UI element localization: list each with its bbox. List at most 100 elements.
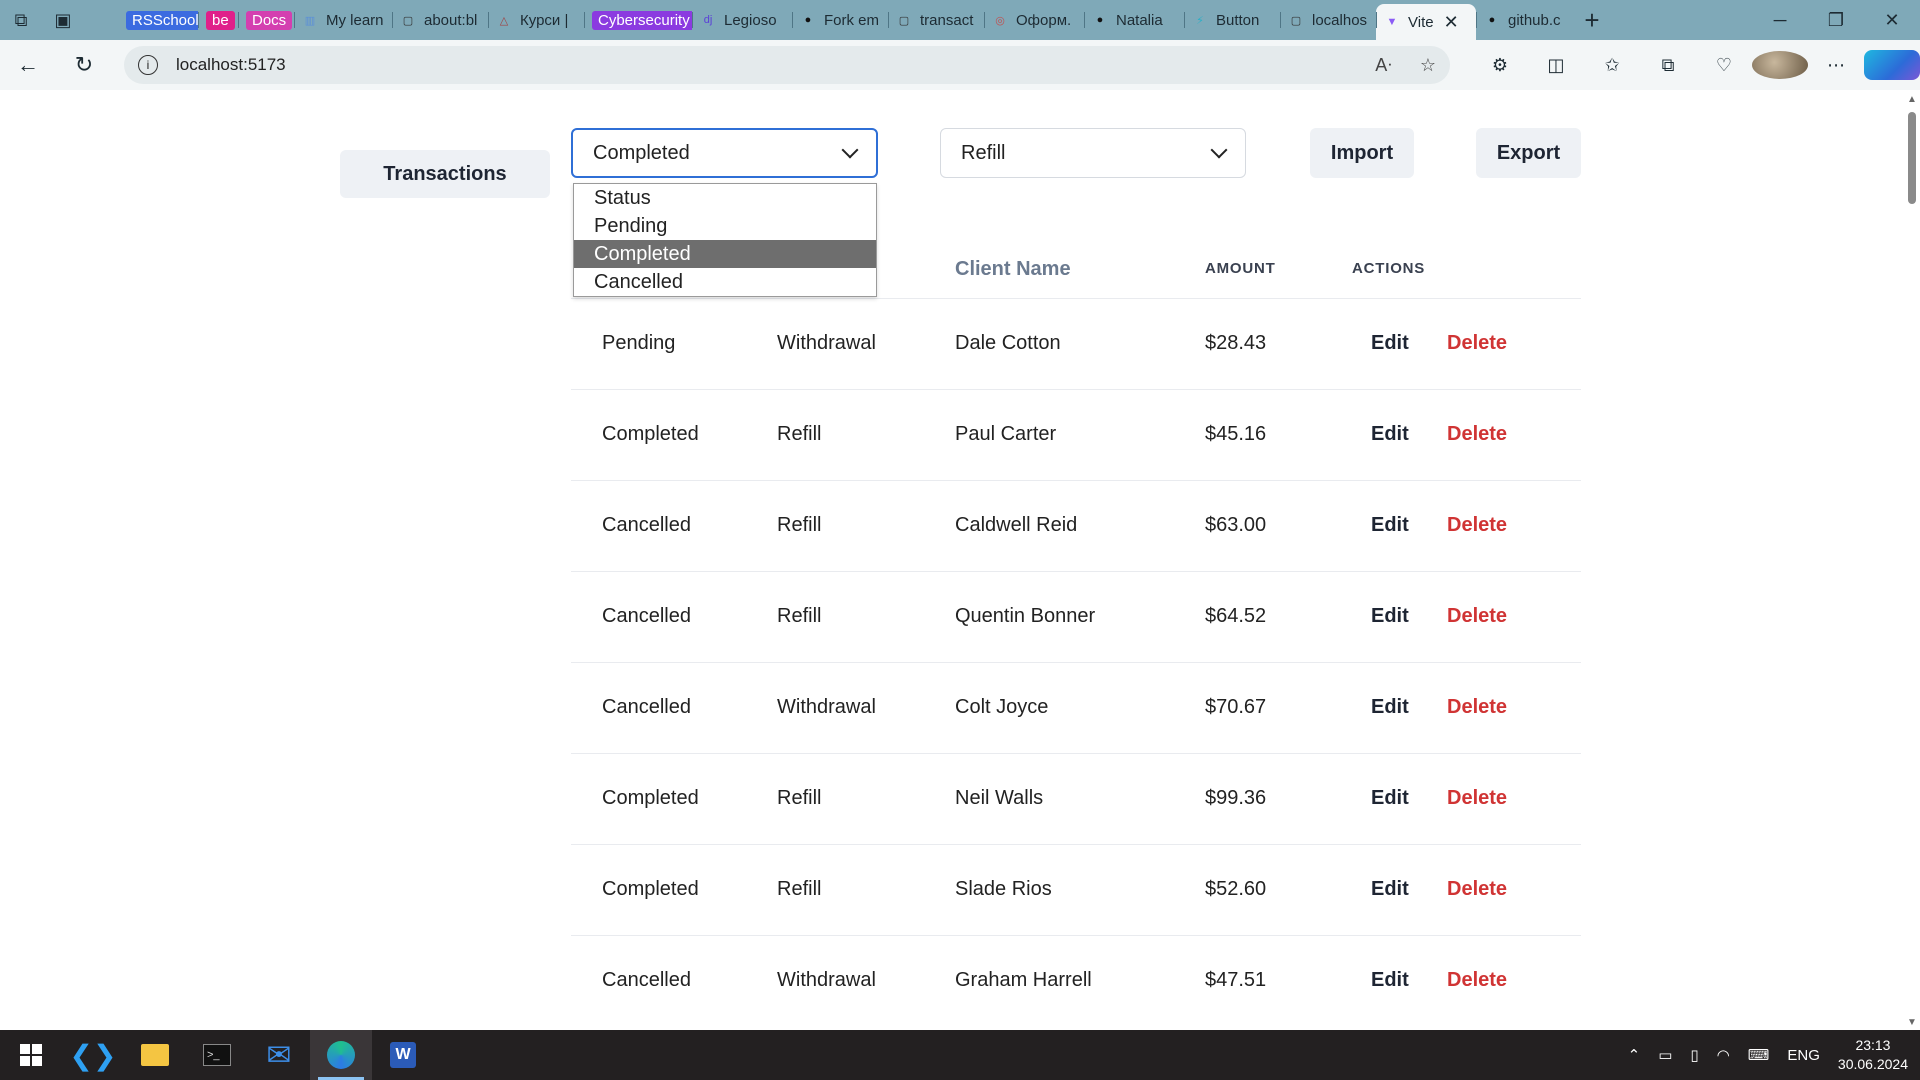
- close-tab-icon[interactable]: ✕: [1444, 12, 1459, 33]
- start-button[interactable]: [0, 1030, 62, 1080]
- scroll-down-icon[interactable]: ▼: [1907, 1017, 1917, 1028]
- collections-icon[interactable]: ⧉: [1640, 50, 1696, 80]
- browser-tab[interactable]: Cybersecurity: [584, 4, 692, 36]
- type-cell: Refill: [777, 787, 822, 809]
- edit-button[interactable]: Edit: [1371, 332, 1409, 355]
- close-window-button[interactable]: ✕: [1864, 0, 1920, 40]
- delete-button[interactable]: Delete: [1447, 787, 1507, 810]
- site-info-icon[interactable]: i: [138, 55, 158, 75]
- edit-button[interactable]: Edit: [1371, 969, 1409, 992]
- browser-tab[interactable]: ⚡ Button: [1184, 4, 1280, 36]
- browser-tab[interactable]: be: [198, 4, 238, 36]
- browser-tab[interactable]: dj Legioso: [692, 4, 792, 36]
- amount-cell: $52.60: [1205, 878, 1267, 900]
- url-text[interactable]: localhost:5173: [176, 55, 286, 75]
- read-aloud-icon[interactable]: Aᐧ: [1375, 55, 1392, 76]
- edit-button[interactable]: Edit: [1371, 696, 1409, 719]
- chevron-down-icon: [1210, 141, 1228, 159]
- browser-essentials-icon[interactable]: ♡: [1696, 50, 1752, 80]
- status-option[interactable]: Status: [574, 184, 876, 212]
- address-bar[interactable]: i localhost:5173 Aᐧ ☆: [124, 46, 1450, 84]
- status-filter-select[interactable]: Completed: [571, 128, 878, 178]
- table-row: Cancelled Refill Caldwell Reid $63.00 Edit De…: [571, 480, 1581, 571]
- page-scrollbar[interactable]: ▲ ▼: [1904, 90, 1920, 1030]
- wifi-icon[interactable]: ◠: [1717, 1046, 1730, 1064]
- mail-icon[interactable]: ✉: [248, 1030, 310, 1080]
- split-screen-icon[interactable]: ◫: [1528, 50, 1584, 80]
- type-select-value: Refill: [961, 141, 1006, 164]
- status-option[interactable]: Cancelled: [574, 268, 876, 296]
- scroll-up-icon[interactable]: ▲: [1907, 94, 1917, 105]
- browser-tab[interactable]: ● github.c: [1476, 4, 1572, 36]
- clock[interactable]: 23:13 30.06.2024: [1838, 1036, 1908, 1074]
- edit-button[interactable]: Edit: [1371, 787, 1409, 810]
- workspaces-icon[interactable]: ⧉: [0, 0, 42, 40]
- browser-tab[interactable]: △ Курси |: [488, 4, 584, 36]
- browser-tab[interactable]: ◎ Оформ.: [984, 4, 1084, 36]
- delete-button[interactable]: Delete: [1447, 605, 1507, 628]
- delete-button[interactable]: Delete: [1447, 423, 1507, 446]
- browser-tab[interactable]: ● Fork em: [792, 4, 888, 36]
- client-name-header[interactable]: Client Name: [955, 258, 1071, 281]
- chevron-up-icon[interactable]: ⌃: [1628, 1046, 1641, 1064]
- status-select-value: Completed: [593, 141, 690, 164]
- word-icon[interactable]: W: [372, 1030, 434, 1080]
- restore-button[interactable]: ❐: [1808, 0, 1864, 40]
- transactions-nav-button[interactable]: Transactions: [340, 150, 550, 198]
- display-icon[interactable]: ▭: [1658, 1046, 1672, 1064]
- favorites-icon[interactable]: ✩: [1584, 50, 1640, 80]
- delete-button[interactable]: Delete: [1447, 878, 1507, 901]
- tab-label: Vite: [1408, 13, 1434, 31]
- tab-label: Button: [1216, 11, 1260, 29]
- new-tab-button[interactable]: +: [1572, 0, 1612, 40]
- keyboard-icon[interactable]: ⌨: [1748, 1046, 1770, 1064]
- table-row: Cancelled Withdrawal Graham Harrell $47.51 E…: [571, 935, 1581, 1026]
- edit-button[interactable]: Edit: [1371, 605, 1409, 628]
- table-row: Completed Refill Paul Carter $45.16 Edit Dele…: [571, 389, 1581, 480]
- delete-button[interactable]: Delete: [1447, 332, 1507, 355]
- extensions-icon[interactable]: ⚙: [1472, 50, 1528, 80]
- type-cell: Refill: [777, 878, 822, 900]
- vscode-icon[interactable]: ❮❯: [62, 1030, 124, 1080]
- file-explorer-icon[interactable]: [124, 1030, 186, 1080]
- browser-tab[interactable]: ▢ localhos: [1280, 4, 1376, 36]
- edit-button[interactable]: Edit: [1371, 423, 1409, 446]
- edge-browser-icon[interactable]: [310, 1030, 372, 1080]
- browser-tab[interactable]: ▢ about:bl: [392, 4, 488, 36]
- trello-icon: ▥: [304, 14, 316, 27]
- profile-avatar[interactable]: [1752, 50, 1808, 80]
- import-button[interactable]: Import: [1310, 128, 1414, 178]
- browser-tab[interactable]: ▢ transact: [888, 4, 984, 36]
- language-indicator[interactable]: ENG: [1787, 1047, 1820, 1064]
- transactions-table: Pending Withdrawal Dale Cotton $28.43 Edit De…: [571, 298, 1581, 1026]
- export-button[interactable]: Export: [1476, 128, 1581, 178]
- terminal-icon[interactable]: >_: [186, 1030, 248, 1080]
- minimize-button[interactable]: ─: [1752, 0, 1808, 40]
- browser-tab[interactable]: ● Natalia: [1084, 4, 1184, 36]
- edit-button[interactable]: Edit: [1371, 878, 1409, 901]
- status-option[interactable]: Completed: [574, 240, 876, 268]
- browser-tab[interactable]: ▥ My learn: [294, 4, 392, 36]
- edit-button[interactable]: Edit: [1371, 514, 1409, 537]
- copilot-icon[interactable]: [1864, 50, 1920, 80]
- refresh-button[interactable]: ↻: [56, 40, 112, 90]
- delete-button[interactable]: Delete: [1447, 969, 1507, 992]
- favorite-star-icon[interactable]: ☆: [1420, 55, 1436, 76]
- delete-button[interactable]: Delete: [1447, 696, 1507, 719]
- more-menu-icon[interactable]: ⋯: [1808, 50, 1864, 80]
- browser-tab[interactable]: ▼ Vite ✕: [1376, 4, 1476, 40]
- status-option[interactable]: Pending: [574, 212, 876, 240]
- tab-actions-icon[interactable]: ▣: [42, 0, 84, 40]
- delete-button[interactable]: Delete: [1447, 514, 1507, 537]
- tab-label: github.c: [1508, 11, 1561, 29]
- status-cell: Completed: [602, 787, 699, 809]
- client-name-cell: Colt Joyce: [955, 696, 1049, 718]
- scrollbar-thumb[interactable]: [1908, 112, 1916, 204]
- browser-tab[interactable]: Docs: [238, 4, 294, 36]
- amount-cell: $64.52: [1205, 605, 1267, 627]
- type-filter-select[interactable]: Refill: [940, 128, 1246, 178]
- battery-icon[interactable]: ▯: [1690, 1046, 1698, 1064]
- tab-label: Cybersecurity: [592, 10, 692, 30]
- browser-tab[interactable]: RSSchool: [118, 4, 198, 36]
- back-button[interactable]: ←: [0, 40, 56, 90]
